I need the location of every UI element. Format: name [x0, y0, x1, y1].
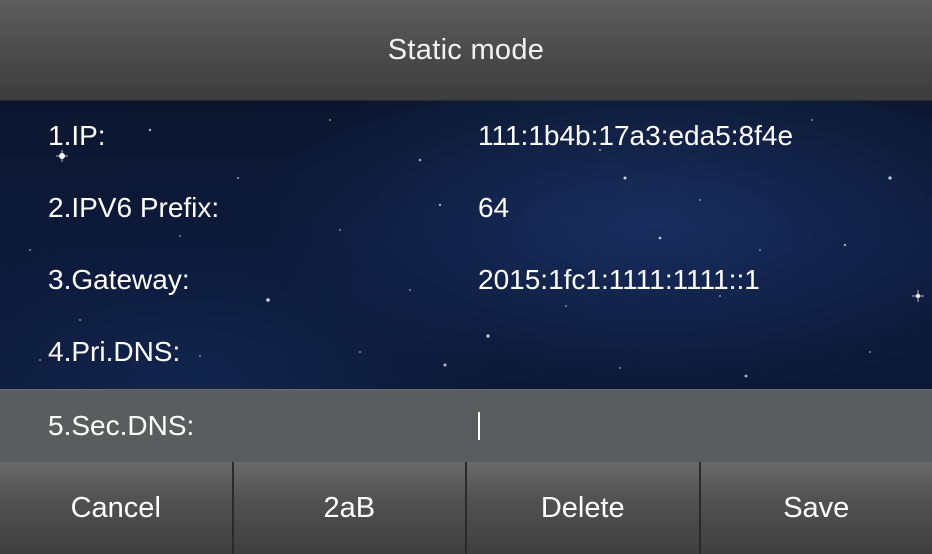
- save-softkey[interactable]: Save: [698, 462, 932, 554]
- field-row-ip[interactable]: 1.IP: 111:1b4b:17a3:eda5:8f4e: [0, 100, 932, 172]
- field-label-gateway: 3.Gateway:: [48, 264, 190, 295]
- field-value-ipv6-prefix: 64: [478, 192, 510, 223]
- title-bar: Static mode: [0, 0, 932, 101]
- field-row-sec-dns[interactable]: 5.Sec.DNS:: [0, 389, 932, 463]
- input-mode-softkey[interactable]: 2aB: [231, 462, 465, 554]
- field-row-pri-dns[interactable]: 4.Pri.DNS:: [0, 316, 932, 388]
- delete-softkey[interactable]: Delete: [465, 462, 699, 554]
- screen-title: Static mode: [387, 33, 545, 66]
- phone-screen: Static mode 1.IP: 111:1b4b:17a3:eda5:8f4…: [0, 0, 932, 554]
- field-label-pri-dns: 4.Pri.DNS:: [48, 336, 181, 367]
- field-row-ipv6-prefix[interactable]: 2.IPV6 Prefix: 64: [0, 172, 932, 244]
- field-label-ipv6-prefix: 2.IPV6 Prefix:: [48, 192, 220, 223]
- field-value-ip: 111:1b4b:17a3:eda5:8f4e: [478, 120, 794, 151]
- cancel-softkey[interactable]: Cancel: [0, 462, 232, 554]
- field-row-gateway[interactable]: 3.Gateway: 2015:1fc1:1111:1111::1: [0, 244, 932, 316]
- field-value-gateway: 2015:1fc1:1111:1111::1: [478, 264, 760, 295]
- text-cursor: [478, 412, 480, 440]
- field-label-sec-dns: 5.Sec.DNS:: [48, 410, 195, 441]
- softkey-bar: Cancel 2aB Delete Save: [0, 462, 932, 554]
- field-label-ip: 1.IP:: [48, 120, 106, 151]
